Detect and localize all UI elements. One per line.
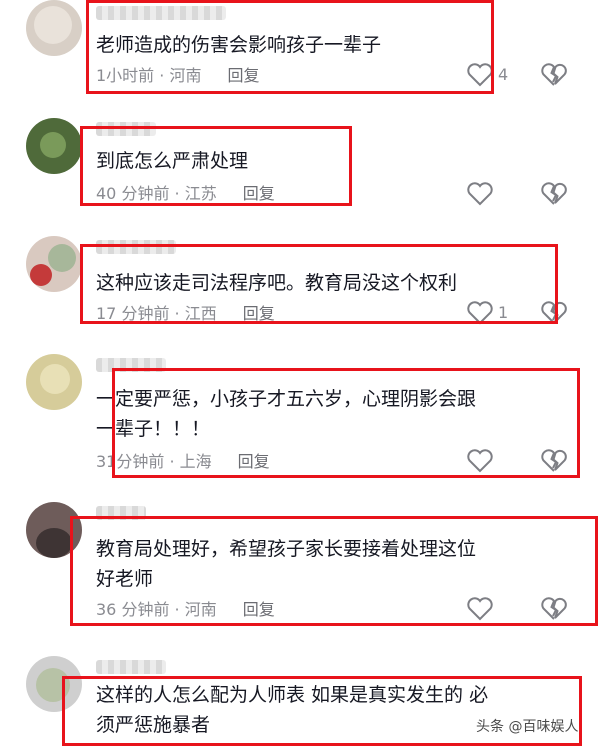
watermark: 头条 @百味娱人	[476, 719, 579, 735]
avatar[interactable]	[26, 0, 82, 56]
highlight-box	[86, 0, 494, 94]
avatar[interactable]	[26, 236, 82, 292]
like-count: 4	[498, 65, 509, 84]
broken-heart-outline-icon[interactable]	[540, 181, 568, 207]
highlight-box	[70, 516, 598, 626]
highlight-box	[112, 368, 580, 478]
highlight-box	[80, 244, 558, 324]
avatar[interactable]	[26, 118, 82, 174]
avatar[interactable]	[26, 354, 82, 410]
broken-heart-outline-icon[interactable]	[540, 62, 568, 88]
heart-outline-icon[interactable]	[466, 182, 494, 206]
highlight-box	[80, 126, 352, 206]
username[interactable]	[96, 660, 166, 674]
